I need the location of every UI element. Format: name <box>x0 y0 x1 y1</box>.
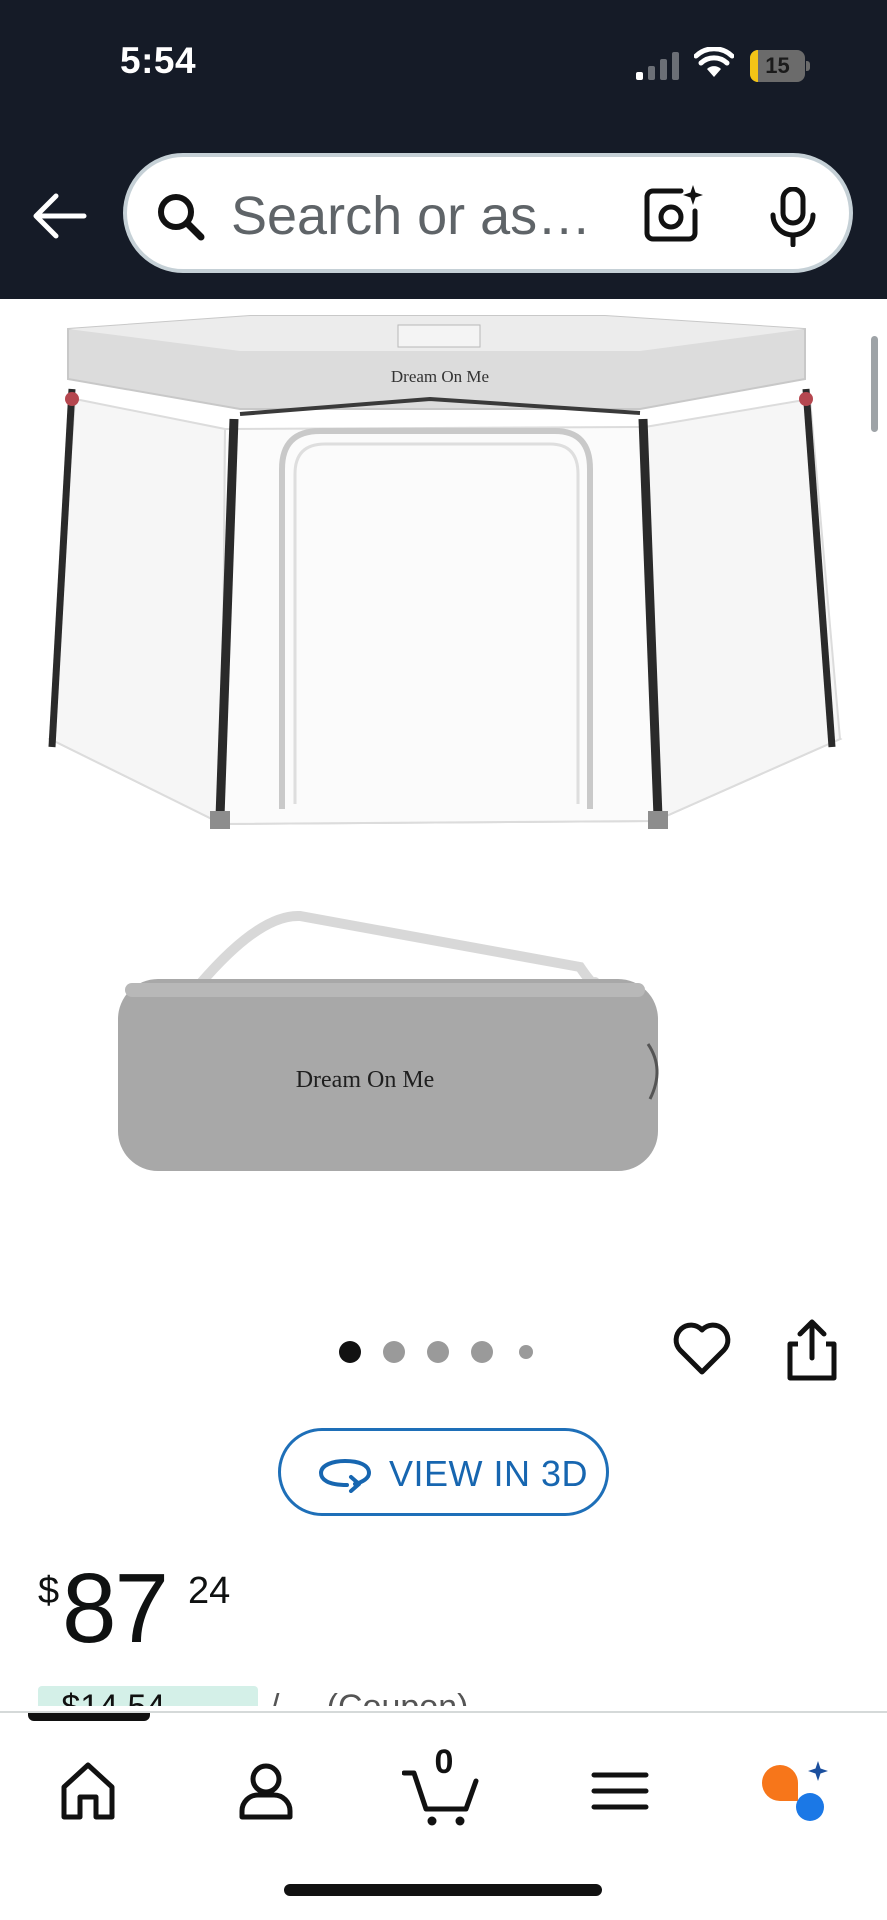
scroll-indicator[interactable] <box>871 336 878 432</box>
camera-lens-icon[interactable] <box>641 181 705 245</box>
battery-icon: 15 <box>750 50 810 82</box>
wifi-icon <box>694 47 734 77</box>
bag-handle <box>195 910 600 989</box>
share-icon[interactable] <box>784 1318 840 1382</box>
battery-level: 15 <box>765 53 790 78</box>
image-pager-dot[interactable] <box>519 1345 533 1359</box>
home-indicator-bar[interactable] <box>284 1884 602 1896</box>
nav-active-indicator <box>28 1713 150 1721</box>
savings-badge: -$14.54 <box>38 1686 258 1706</box>
view-in-3d-label: VIEW IN 3D <box>389 1453 589 1494</box>
search-icon <box>158 194 205 241</box>
image-pager-dot[interactable] <box>383 1341 405 1363</box>
back-arrow-icon[interactable] <box>30 188 90 244</box>
savings-rest-text: / ... (Coupon) <box>270 1688 468 1706</box>
search-placeholder: Search or as… <box>231 186 592 246</box>
product-image-gallery[interactable]: Dream On Me Dream On Me <box>0 299 887 1299</box>
cart-count: 0 <box>434 1743 454 1781</box>
product-image: Dream On Me Dream On Me <box>47 315 843 1171</box>
signal-icon <box>636 52 679 80</box>
battery-tip <box>806 61 810 71</box>
warning-label <box>397 324 481 348</box>
menu-icon[interactable] <box>580 1751 660 1831</box>
image-pager-dots <box>339 1337 549 1365</box>
rufus-ai-icon[interactable] <box>756 1751 836 1831</box>
battery-body: 15 <box>750 50 805 82</box>
playard-brand-text: Dream On Me <box>391 367 489 386</box>
savings-row: -$14.54 / ... (Coupon) <box>38 1686 498 1706</box>
image-pager-dot[interactable] <box>339 1341 361 1363</box>
view-in-3d-button[interactable]: VIEW IN 3D <box>278 1428 609 1516</box>
image-pager-dot[interactable] <box>471 1341 493 1363</box>
playard-mesh-left <box>48 397 227 826</box>
price-whole: 87 <box>62 1553 169 1663</box>
top-header: 5:54 15 Search or as… <box>0 0 887 299</box>
bag-brand-text: Dream On Me <box>296 1067 435 1093</box>
price-symbol: $ <box>38 1570 60 1612</box>
price-fraction: 24 <box>188 1570 231 1612</box>
cart-button[interactable]: 0 <box>401 1743 482 1831</box>
image-pager-dot[interactable] <box>427 1341 449 1363</box>
microphone-icon[interactable] <box>767 187 819 247</box>
savings-badge-text: -$14.54 <box>50 1688 165 1706</box>
heart-icon[interactable] <box>671 1318 733 1378</box>
search-input[interactable]: Search or as… <box>123 153 853 273</box>
status-time: 5:54 <box>120 40 197 81</box>
home-icon[interactable] <box>48 1751 128 1831</box>
rotate-3d-icon <box>318 1458 372 1493</box>
screen: 5:54 15 Search or as… Dream On Me Dream … <box>0 0 887 1920</box>
account-icon[interactable] <box>226 1751 306 1831</box>
